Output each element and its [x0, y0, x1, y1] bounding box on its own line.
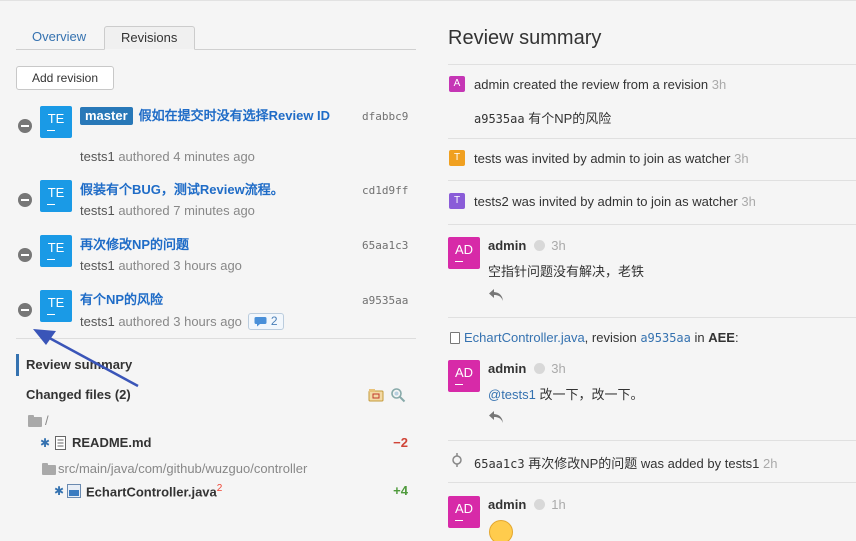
- comment-text: 空指针问题没有解决，老铁: [488, 264, 645, 279]
- reply-icon[interactable]: [488, 410, 504, 424]
- avatar: T: [449, 193, 465, 209]
- activity-commit[interactable]: a9535aa 有个NP的风险: [474, 108, 611, 127]
- dir-path: src/main/java/com/github/wuzguo/controll…: [58, 461, 308, 476]
- changed-files-heading: Changed files (2): [26, 387, 131, 402]
- java-file-icon: [67, 484, 81, 498]
- review-summary-link[interactable]: Review summary: [26, 357, 132, 372]
- revision-author: tests1 authored 3 hours ago 2: [80, 313, 284, 330]
- revision-title[interactable]: 有个NP的风险: [80, 290, 350, 309]
- file-name[interactable]: EchartController.java2: [86, 483, 222, 499]
- activity-text: admin created the review from a revision…: [474, 77, 727, 92]
- revision-title[interactable]: 假装有个BUG，测试Review流程。: [80, 180, 350, 199]
- file-reference: EchartController.java, revision a9535aa …: [450, 330, 739, 345]
- revision-author: tests1 authored 4 minutes ago: [80, 149, 255, 164]
- folder-icon: [28, 415, 42, 427]
- divider: [448, 482, 856, 483]
- divider: [448, 317, 856, 318]
- revision-title[interactable]: master 假如在提交时没有选择Review ID: [80, 106, 350, 125]
- remove-revision-icon[interactable]: [18, 303, 32, 317]
- avatar: A: [449, 76, 465, 92]
- modified-star-icon: ✱: [54, 484, 65, 498]
- remove-revision-icon[interactable]: [18, 119, 32, 133]
- revision-author: tests1 authored 7 minutes ago: [80, 203, 255, 218]
- comment-text: @tests1 改一下，改一下。: [488, 387, 644, 402]
- branch-badge: master: [80, 107, 133, 125]
- divider: [448, 64, 856, 65]
- reply-icon[interactable]: [488, 288, 504, 302]
- add-revision-button[interactable]: Add revision: [16, 66, 114, 90]
- comment-icon: [254, 317, 267, 327]
- revision-link[interactable]: a9535aa: [640, 331, 691, 345]
- avatar: TE: [40, 235, 72, 267]
- avatar: TE: [40, 180, 72, 212]
- modified-star-icon: ✱: [40, 436, 51, 450]
- avatar: AD: [448, 360, 480, 392]
- status-dot-icon: [534, 240, 546, 251]
- file-icon: [450, 332, 460, 344]
- file-icon: [55, 436, 66, 450]
- tab-bar: Overview Revisions: [16, 26, 416, 50]
- revision-author: tests1 authored 3 hours ago: [80, 258, 242, 273]
- page-title: Review summary: [448, 27, 602, 49]
- divider: [448, 138, 856, 139]
- diff-added-count: +4: [393, 483, 408, 498]
- remove-revision-icon[interactable]: [18, 193, 32, 207]
- avatar: TE: [40, 106, 72, 138]
- divider: [16, 338, 416, 339]
- tab-revisions[interactable]: Revisions: [104, 26, 195, 50]
- divider: [448, 180, 856, 181]
- comment-author: admin 3h: [488, 238, 566, 253]
- file-link[interactable]: EchartController.java: [464, 330, 585, 345]
- folder-toggle-icon[interactable]: [368, 387, 384, 403]
- revision-hash[interactable]: cd1d9ff: [362, 184, 408, 197]
- folder-icon: [42, 463, 56, 475]
- revision-hash[interactable]: a9535aa: [362, 294, 408, 307]
- avatar: TE: [40, 290, 72, 322]
- tab-overview[interactable]: Overview: [16, 26, 102, 50]
- divider: [448, 224, 856, 225]
- status-dot-icon: [534, 499, 546, 510]
- diff-removed-count: −2: [393, 435, 408, 450]
- search-icon[interactable]: [390, 387, 406, 403]
- revision-title[interactable]: 再次修改NP的问题: [80, 235, 350, 254]
- avatar: AD: [448, 496, 480, 528]
- comment-author: admin 1h: [488, 497, 566, 512]
- divider: [448, 440, 856, 441]
- remove-revision-icon[interactable]: [18, 248, 32, 262]
- comment-author: admin 3h: [488, 361, 566, 376]
- avatar: AD: [448, 237, 480, 269]
- revisions-pane: Overview Revisions Add revision TE maste…: [0, 0, 430, 541]
- revision-hash[interactable]: 65aa1c3: [362, 239, 408, 252]
- emoji-icon: [489, 520, 513, 541]
- mention-link[interactable]: @tests1: [488, 387, 536, 402]
- activity-text: tests was invited by admin to join as wa…: [474, 151, 749, 166]
- dir-path: /: [45, 413, 49, 428]
- commit-icon: [452, 453, 462, 467]
- avatar: T: [449, 150, 465, 166]
- status-dot-icon: [534, 363, 546, 374]
- comment-count-badge[interactable]: 2: [247, 313, 284, 330]
- activity-text: tests2 was invited by admin to join as w…: [474, 194, 756, 209]
- activity-revision-added: 65aa1c3 再次修改NP的问题 was added by tests1 2h: [474, 456, 778, 471]
- active-indicator: [16, 354, 19, 376]
- revision-hash[interactable]: dfabbc9: [362, 110, 408, 123]
- file-name[interactable]: README.md: [72, 435, 151, 450]
